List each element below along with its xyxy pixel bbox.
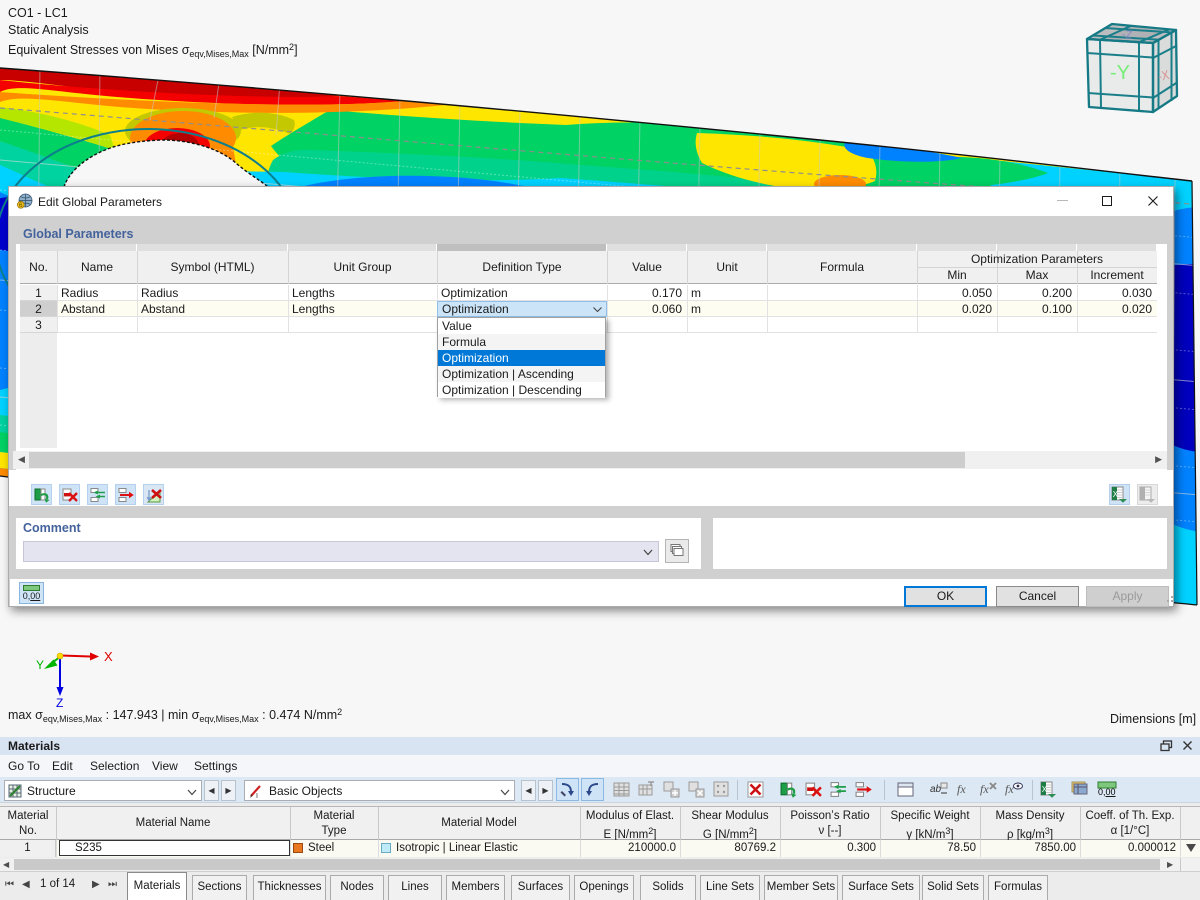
svg-text:-Y: -Y (1110, 62, 1130, 84)
svg-text:6: 6 (19, 202, 23, 209)
svg-text:fx: fx (957, 782, 966, 796)
svg-text:fx: fx (1005, 782, 1014, 796)
svg-text:X: X (1042, 785, 1048, 794)
svg-text:ab: ab (930, 784, 942, 795)
svg-text:X: X (104, 649, 113, 664)
svg-text:0,00: 0,00 (1098, 787, 1116, 797)
svg-text:fx: fx (980, 782, 989, 796)
svg-text:I: I (256, 793, 258, 799)
svg-text:X: X (1113, 490, 1119, 499)
svg-text:Y: Y (36, 658, 44, 672)
svg-text:-Z: -Z (1121, 29, 1132, 42)
